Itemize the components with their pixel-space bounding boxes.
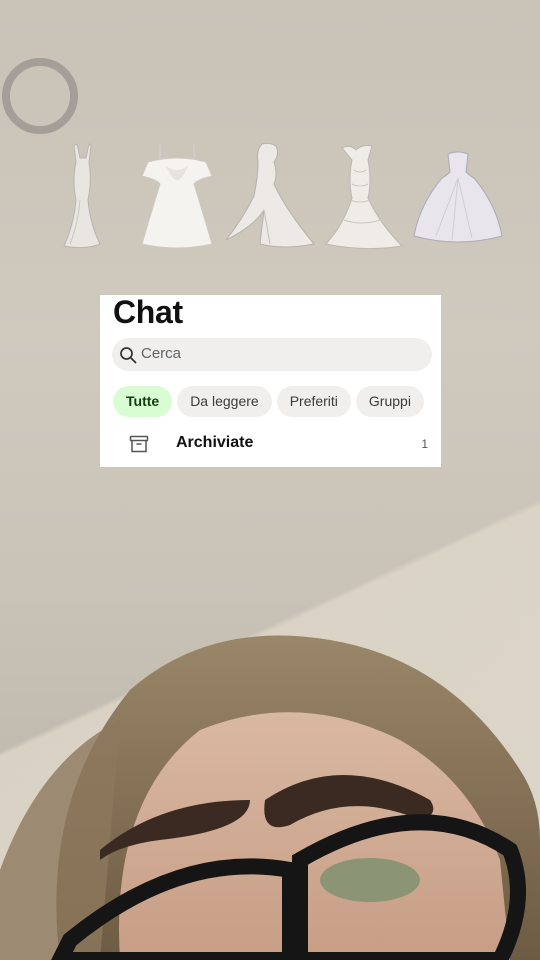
search-icon [120,347,137,364]
archived-row[interactable]: Archiviate 1 [100,425,441,461]
camera-background [0,0,540,960]
archived-count: 1 [421,437,428,451]
filter-chip-tutte[interactable]: Tutte [113,386,173,417]
dress-slit-gown-image [225,142,315,248]
dress-ballgown-image [413,151,503,243]
archive-icon [129,435,149,453]
search-input[interactable]: Cerca [112,338,432,371]
filter-chip-gruppi[interactable]: Gruppi [355,386,424,417]
person-face-image [0,635,540,960]
chat-list-card: Chat Cerca Tutte Da leggere Preferiti Grupp… [100,294,441,467]
filter-chip-preferiti[interactable]: Preferiti [276,386,351,417]
filter-chip-da-leggere[interactable]: Da leggere [177,386,272,417]
filter-chips: Tutte Da leggere Preferiti Gruppi [113,386,439,417]
ring-light-reflection [2,58,78,134]
dress-mermaid-image [63,142,101,249]
page-title: Chat [113,294,183,330]
archived-label: Archiviate [176,434,254,451]
dress-short-image [141,144,213,249]
dress-lace-image [325,145,404,250]
search-placeholder: Cerca [141,345,182,362]
